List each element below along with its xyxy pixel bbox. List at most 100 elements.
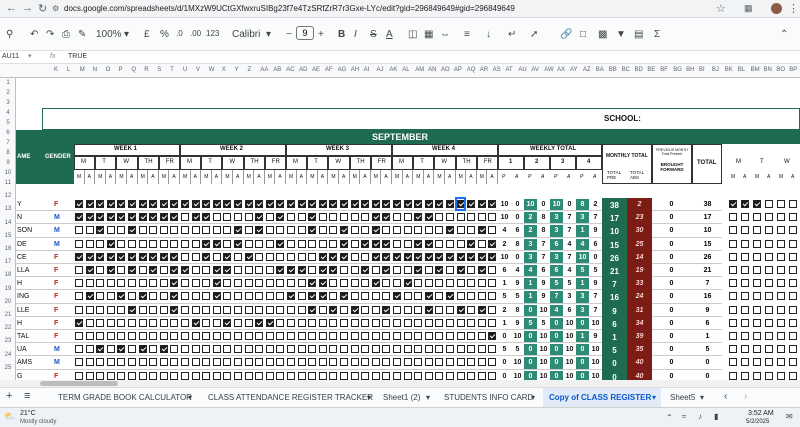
attendance-checkbox[interactable] — [382, 279, 391, 288]
attendance-checkbox[interactable] — [117, 252, 126, 261]
attendance-checkbox[interactable] — [106, 213, 115, 222]
spreadsheet-grid[interactable]: SCHOOL: SEPTEMBER AME GENDER WEEK 1MMATM… — [16, 78, 800, 380]
attendance-checkbox[interactable] — [467, 292, 476, 301]
attendance-checkbox[interactable] — [403, 292, 412, 301]
attendance-checkbox[interactable] — [212, 358, 221, 367]
attendance-checkbox[interactable] — [329, 239, 338, 248]
attendance-checkbox[interactable] — [361, 358, 370, 367]
next-month-checkbox[interactable] — [729, 213, 737, 222]
attendance-checkbox[interactable] — [138, 292, 147, 301]
tab-students-info[interactable]: STUDENTS INFO CARD — [444, 393, 533, 402]
attendance-checkbox[interactable] — [202, 358, 211, 367]
attendance-checkbox[interactable] — [287, 266, 295, 274]
attendance-checkbox[interactable] — [318, 213, 327, 222]
next-month-checkbox[interactable] — [741, 226, 749, 235]
attendance-checkbox[interactable] — [191, 345, 200, 354]
attendance-checkbox[interactable] — [149, 345, 158, 354]
attendance-checkbox[interactable] — [106, 239, 115, 248]
attendance-checkbox[interactable] — [361, 226, 370, 235]
extensions-icon[interactable]: ▦ — [744, 3, 753, 14]
attendance-checkbox[interactable] — [340, 318, 348, 327]
attendance-checkbox[interactable] — [75, 345, 83, 354]
attendance-checkbox[interactable] — [435, 213, 444, 222]
column-header[interactable]: BG — [673, 67, 682, 73]
attendance-checkbox[interactable] — [212, 345, 221, 354]
attendance-checkbox[interactable] — [276, 371, 285, 380]
attendance-checkbox[interactable] — [477, 200, 486, 208]
attendance-checkbox[interactable] — [435, 266, 444, 274]
attendance-checkbox[interactable] — [75, 226, 83, 235]
attendance-checkbox[interactable] — [318, 266, 327, 274]
next-month-checkbox[interactable] — [753, 226, 761, 235]
attendance-checkbox[interactable] — [488, 252, 497, 261]
attendance-checkbox[interactable] — [318, 318, 327, 327]
column-header[interactable]: AM — [415, 67, 424, 73]
next-month-checkbox[interactable] — [741, 200, 749, 208]
attendance-checkbox[interactable] — [75, 213, 83, 222]
attendance-checkbox[interactable] — [318, 226, 327, 235]
attendance-checkbox[interactable] — [456, 371, 465, 380]
next-month-checkbox[interactable] — [741, 305, 749, 314]
attendance-checkbox[interactable] — [159, 332, 168, 340]
attendance-checkbox[interactable] — [456, 318, 465, 327]
next-month-checkbox[interactable] — [777, 200, 785, 208]
attendance-checkbox[interactable] — [244, 358, 253, 367]
attendance-checkbox[interactable] — [361, 345, 370, 354]
font-select[interactable]: Calibri — [232, 29, 260, 40]
attendance-checkbox[interactable] — [128, 200, 136, 208]
vertical-align-icon[interactable]: ↓ — [486, 29, 491, 40]
attendance-checkbox[interactable] — [414, 200, 423, 208]
attendance-checkbox[interactable] — [488, 332, 497, 340]
next-month-checkbox[interactable] — [777, 358, 785, 367]
attendance-checkbox[interactable] — [287, 318, 295, 327]
site-info-icon[interactable]: ⚙ — [52, 4, 59, 13]
column-header[interactable]: BB — [609, 67, 617, 73]
next-month-checkbox[interactable] — [765, 213, 773, 222]
student-gender[interactable]: F — [54, 267, 58, 274]
student-name[interactable]: G — [17, 373, 22, 380]
attendance-checkbox[interactable] — [276, 226, 285, 235]
attendance-checkbox[interactable] — [414, 226, 423, 235]
attendance-checkbox[interactable] — [75, 279, 83, 288]
attendance-checkbox[interactable] — [308, 292, 317, 301]
chevron-down-icon[interactable]: ▾ — [652, 393, 656, 402]
attendance-checkbox[interactable] — [212, 318, 221, 327]
next-month-checkbox[interactable] — [753, 358, 761, 367]
attendance-checkbox[interactable] — [223, 371, 232, 380]
attendance-checkbox[interactable] — [244, 252, 253, 261]
attendance-checkbox[interactable] — [297, 305, 306, 314]
attendance-checkbox[interactable] — [435, 358, 444, 367]
attendance-checkbox[interactable] — [234, 226, 242, 235]
attendance-checkbox[interactable] — [361, 252, 370, 261]
attendance-checkbox[interactable] — [75, 239, 83, 248]
attendance-checkbox[interactable] — [128, 358, 136, 367]
attendance-checkbox[interactable] — [477, 266, 486, 274]
attendance-checkbox[interactable] — [181, 239, 189, 248]
attendance-checkbox[interactable] — [467, 279, 476, 288]
next-month-checkbox[interactable] — [777, 332, 785, 340]
attendance-checkbox[interactable] — [117, 371, 126, 380]
attendance-checkbox[interactable] — [265, 213, 274, 222]
next-month-checkbox[interactable] — [729, 239, 737, 248]
attendance-checkbox[interactable] — [244, 266, 253, 274]
attendance-checkbox[interactable] — [467, 226, 476, 235]
next-month-checkbox[interactable] — [753, 266, 761, 274]
column-header[interactable]: BF — [660, 67, 668, 73]
attendance-checkbox[interactable] — [308, 358, 317, 367]
attendance-checkbox[interactable] — [287, 345, 295, 354]
attendance-checkbox[interactable] — [329, 332, 338, 340]
next-month-checkbox[interactable] — [777, 305, 785, 314]
increase-decimal-button[interactable]: .00 — [190, 29, 201, 38]
student-gender[interactable]: F — [54, 333, 58, 340]
attendance-checkbox[interactable] — [244, 226, 253, 235]
attendance-checkbox[interactable] — [223, 345, 232, 354]
attendance-checkbox[interactable] — [350, 371, 359, 380]
row-header[interactable]: 18 — [0, 272, 16, 278]
student-gender[interactable]: F — [54, 320, 58, 327]
row-header[interactable]: 14 — [0, 220, 16, 226]
attendance-checkbox[interactable] — [414, 358, 423, 367]
attendance-checkbox[interactable] — [212, 292, 221, 301]
attendance-checkbox[interactable] — [435, 318, 444, 327]
attendance-checkbox[interactable] — [297, 371, 306, 380]
attendance-checkbox[interactable] — [424, 213, 433, 222]
